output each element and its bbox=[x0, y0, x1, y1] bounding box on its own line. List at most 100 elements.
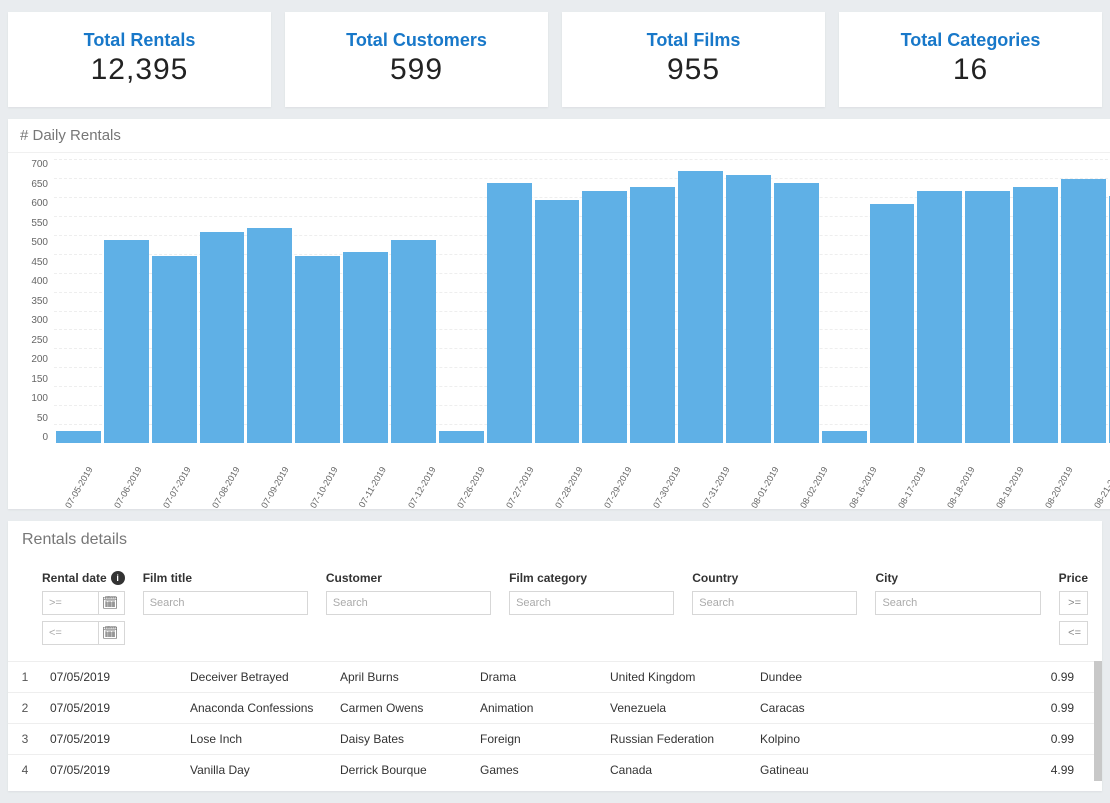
bar[interactable] bbox=[917, 191, 962, 443]
placeholder: >= bbox=[49, 597, 62, 609]
y-tick: 600 bbox=[20, 198, 48, 209]
date-to-input[interactable]: <= 🗓 bbox=[42, 621, 125, 645]
search-input[interactable]: Search bbox=[509, 591, 674, 615]
x-tick: 07-12-2019 bbox=[406, 465, 438, 510]
filter-country: Country Search bbox=[692, 571, 857, 615]
cell-price: 0.99 bbox=[872, 662, 1094, 693]
x-tick: 08-19-2019 bbox=[994, 465, 1026, 510]
y-tick: 0 bbox=[20, 432, 48, 443]
bar[interactable] bbox=[487, 183, 532, 443]
card-title: # Daily Rentals bbox=[8, 119, 1110, 153]
bar[interactable] bbox=[1061, 179, 1106, 443]
bar[interactable] bbox=[152, 256, 197, 443]
bar[interactable] bbox=[870, 204, 915, 443]
filter-price: Price >= <= bbox=[1059, 571, 1088, 645]
filter-film-category: Film category Search bbox=[509, 571, 674, 615]
bar[interactable] bbox=[56, 431, 101, 443]
filter-customer: Customer Search bbox=[326, 571, 491, 615]
bar[interactable] bbox=[774, 183, 819, 443]
x-tick: 08-16-2019 bbox=[847, 465, 879, 510]
rentals-table: 107/05/2019Deceiver BetrayedApril BurnsD… bbox=[8, 661, 1094, 785]
bars bbox=[54, 159, 1110, 443]
x-tick: 07-05-2019 bbox=[63, 465, 95, 510]
search-input[interactable]: Search bbox=[143, 591, 308, 615]
kpi-title: Total Customers bbox=[293, 30, 540, 51]
kpi-title: Total Categories bbox=[847, 30, 1094, 51]
search-input[interactable]: Search bbox=[875, 591, 1040, 615]
bar[interactable] bbox=[582, 191, 627, 443]
bar[interactable] bbox=[439, 431, 484, 443]
daily-rentals-chart[interactable]: 7006506005505004504003503002502001501005… bbox=[8, 153, 1110, 453]
bar[interactable] bbox=[678, 171, 723, 443]
cell-city: Kolpino bbox=[752, 724, 872, 755]
y-tick: 550 bbox=[20, 218, 48, 229]
table-row[interactable]: 307/05/2019Lose InchDaisy BatesForeignRu… bbox=[8, 724, 1094, 755]
filter-label: Price bbox=[1059, 571, 1088, 585]
table-row[interactable]: 107/05/2019Deceiver BetrayedApril BurnsD… bbox=[8, 662, 1094, 693]
plot-area bbox=[54, 159, 1110, 443]
calendar-icon[interactable]: 🗓 bbox=[98, 592, 122, 614]
filter-row: Rental date i >= 🗓 <= 🗓 Film title Searc… bbox=[8, 559, 1102, 661]
scrollbar[interactable] bbox=[1094, 661, 1102, 781]
search-input[interactable]: Search bbox=[326, 591, 491, 615]
bar[interactable] bbox=[1013, 187, 1058, 443]
search-input[interactable]: Search bbox=[692, 591, 857, 615]
bar[interactable] bbox=[391, 240, 436, 443]
info-icon[interactable]: i bbox=[111, 571, 125, 585]
placeholder: Search bbox=[150, 597, 185, 609]
bar[interactable] bbox=[535, 200, 580, 443]
y-tick: 650 bbox=[20, 179, 48, 190]
x-tick: 07-27-2019 bbox=[504, 465, 536, 510]
x-tick: 08-01-2019 bbox=[749, 465, 781, 510]
placeholder: Search bbox=[699, 597, 734, 609]
table-row[interactable]: 207/05/2019Anaconda ConfessionsCarmen Ow… bbox=[8, 693, 1094, 724]
y-tick: 250 bbox=[20, 335, 48, 346]
cell-price: 0.99 bbox=[872, 693, 1094, 724]
x-tick: 07-10-2019 bbox=[308, 465, 340, 510]
filter-label: Film category bbox=[509, 571, 674, 585]
cell-ctry: Canada bbox=[602, 755, 752, 786]
x-tick: 07-28-2019 bbox=[553, 465, 585, 510]
bar[interactable] bbox=[104, 240, 149, 443]
bar[interactable] bbox=[295, 256, 340, 443]
bar[interactable] bbox=[822, 431, 867, 443]
price-to-input[interactable]: <= bbox=[1059, 621, 1088, 645]
cell-ctry: United Kingdom bbox=[602, 662, 752, 693]
cell-cust: Carmen Owens bbox=[332, 693, 472, 724]
bar[interactable] bbox=[965, 191, 1010, 443]
cell-city: Gatineau bbox=[752, 755, 872, 786]
cell-price: 4.99 bbox=[872, 755, 1094, 786]
kpi-row: Total Rentals 12,395 Total Customers 599… bbox=[8, 12, 1102, 107]
y-tick: 200 bbox=[20, 354, 48, 365]
kpi-value: 599 bbox=[293, 53, 540, 87]
cell-date: 07/05/2019 bbox=[42, 662, 182, 693]
placeholder: Search bbox=[882, 597, 917, 609]
cell-cust: Daisy Bates bbox=[332, 724, 472, 755]
filter-label: City bbox=[875, 571, 1040, 585]
y-tick: 450 bbox=[20, 257, 48, 268]
x-tick: 07-26-2019 bbox=[455, 465, 487, 510]
bar[interactable] bbox=[630, 187, 675, 443]
x-tick: 07-09-2019 bbox=[259, 465, 291, 510]
bar[interactable] bbox=[200, 232, 245, 443]
bar[interactable] bbox=[726, 175, 771, 443]
label-text: Rental date bbox=[42, 571, 107, 585]
y-tick: 150 bbox=[20, 374, 48, 385]
bar[interactable] bbox=[247, 228, 292, 443]
bar[interactable] bbox=[343, 252, 388, 443]
table-row[interactable]: 407/05/2019Vanilla DayDerrick BourqueGam… bbox=[8, 755, 1094, 786]
price-from-input[interactable]: >= bbox=[1059, 591, 1088, 615]
date-from-input[interactable]: >= 🗓 bbox=[42, 591, 125, 615]
kpi-value: 955 bbox=[570, 53, 817, 87]
y-tick: 400 bbox=[20, 276, 48, 287]
cell-film: Deceiver Betrayed bbox=[182, 662, 332, 693]
calendar-icon[interactable]: 🗓 bbox=[98, 622, 122, 644]
card-title: Rentals details bbox=[8, 521, 1102, 559]
cell-date: 07/05/2019 bbox=[42, 693, 182, 724]
cell-idx: 4 bbox=[8, 755, 42, 786]
x-tick: 07-31-2019 bbox=[700, 465, 732, 510]
cell-price: 0.99 bbox=[872, 724, 1094, 755]
kpi-total-rentals: Total Rentals 12,395 bbox=[8, 12, 271, 107]
x-tick: 08-21-2019 bbox=[1092, 465, 1110, 510]
y-tick: 100 bbox=[20, 393, 48, 404]
